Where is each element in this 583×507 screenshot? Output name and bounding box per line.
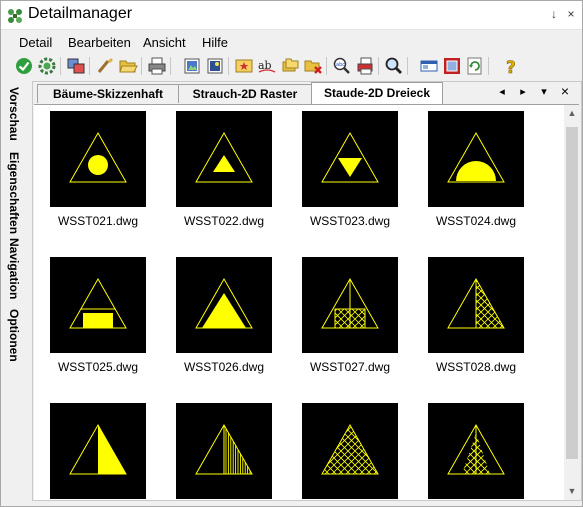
menu-hilfe[interactable]: Hilfe bbox=[202, 35, 228, 50]
thumbnail-filled-triangle[interactable] bbox=[176, 257, 272, 353]
thumbnail-full-hatch[interactable] bbox=[302, 403, 398, 499]
sidebar-tab-eigenschaften[interactable]: Eigenschaften bbox=[7, 152, 21, 234]
scroll-down-icon[interactable]: ▼ bbox=[564, 483, 579, 500]
print-icon[interactable] bbox=[147, 56, 167, 76]
menu-ansicht[interactable]: Ansicht bbox=[143, 35, 186, 50]
thumbnail-half-filled[interactable] bbox=[50, 403, 146, 499]
svg-text:abc: abc bbox=[336, 62, 345, 68]
tab-strauch-2d-raster[interactable]: Strauch-2D Raster bbox=[178, 84, 312, 103]
symbol-semicircle bbox=[447, 131, 505, 183]
thumbnail-half-hatch[interactable] bbox=[428, 257, 524, 353]
thumbnail-caption: WSST022.dwg bbox=[183, 214, 265, 228]
symbol-half-filled bbox=[69, 423, 127, 475]
window-title: Detailmanager bbox=[28, 5, 133, 22]
symbol-grid-square bbox=[321, 277, 379, 329]
thumbnail-caption: WSST021.dwg bbox=[57, 214, 139, 228]
menu-detail[interactable]: Detail bbox=[19, 35, 52, 50]
toolbar-separator bbox=[60, 57, 61, 75]
panel-icon[interactable] bbox=[419, 56, 439, 76]
thumbnail-caption: WSST027.dwg bbox=[309, 360, 391, 374]
title-bar: Detailmanager ↓ × bbox=[1, 1, 582, 30]
abc-search-icon[interactable]: abc bbox=[332, 56, 352, 76]
menu-bearbeiten[interactable]: Bearbeiten bbox=[68, 35, 131, 50]
thumbnail-caption: WSST026.dwg bbox=[183, 360, 265, 374]
detail-panel: Bäume-Skizzenhaft Strauch-2D Raster Stau… bbox=[32, 81, 582, 501]
symbol-half-hatch bbox=[447, 277, 505, 329]
help-icon[interactable]: ? bbox=[501, 56, 521, 79]
symbol-triangle bbox=[195, 131, 253, 183]
thumbnail-caption: WSST025.dwg bbox=[57, 360, 139, 374]
symbol-rectangle bbox=[69, 277, 127, 329]
windows-icon[interactable] bbox=[66, 56, 86, 76]
toolbar: ab abc ? bbox=[1, 54, 582, 78]
pin-button[interactable]: ↓ bbox=[547, 7, 561, 21]
sidebar: Vorschau Eigenschaften Navigation Option… bbox=[1, 81, 31, 506]
toolbar-separator bbox=[170, 57, 171, 75]
symbol-circle bbox=[69, 131, 127, 183]
symbol-center-hatch bbox=[447, 423, 505, 475]
toolbar-separator bbox=[141, 57, 142, 75]
thumbnail-half-lines[interactable] bbox=[176, 403, 272, 499]
check-icon[interactable] bbox=[14, 56, 34, 76]
toolbar-separator bbox=[326, 57, 327, 75]
color-print-icon[interactable] bbox=[355, 56, 375, 76]
toolbar-separator bbox=[488, 57, 489, 75]
thumbnail-circle[interactable] bbox=[50, 111, 146, 207]
tab-staude-2d-dreieck[interactable]: Staude-2D Dreieck bbox=[311, 82, 443, 104]
symbol-full-hatch bbox=[321, 423, 379, 475]
app-icon bbox=[8, 9, 22, 23]
settings-icon[interactable] bbox=[37, 56, 57, 76]
tab-menu-icon[interactable]: ▾ bbox=[537, 85, 551, 98]
toolbar-separator bbox=[378, 57, 379, 75]
spellcheck-icon[interactable]: ab bbox=[257, 56, 277, 76]
search-icon[interactable] bbox=[384, 56, 404, 76]
thumbnail-caption: WSST028.dwg bbox=[435, 360, 517, 374]
thumbnail-rectangle[interactable] bbox=[50, 257, 146, 353]
refresh-icon[interactable] bbox=[465, 56, 485, 76]
symbol-half-lines bbox=[195, 423, 253, 475]
toolbar-separator bbox=[228, 57, 229, 75]
star-image-icon[interactable] bbox=[234, 56, 254, 76]
tab-close-icon[interactable]: × bbox=[558, 83, 572, 99]
thumbnail-caption: WSST023.dwg bbox=[309, 214, 391, 228]
sidebar-tab-optionen[interactable]: Optionen bbox=[7, 309, 21, 362]
tab-prev-icon[interactable]: ◂ bbox=[495, 85, 509, 98]
detailmanager-window: Detailmanager ↓ × Detail Bearbeiten Ansi… bbox=[0, 0, 583, 507]
thumbnail-caption: WSST024.dwg bbox=[435, 214, 517, 228]
folder-delete-icon[interactable] bbox=[303, 56, 323, 76]
thumbnail-grid-square[interactable] bbox=[302, 257, 398, 353]
tab-baeume-skizzenhaft[interactable]: Bäume-Skizzenhaft bbox=[37, 84, 179, 103]
vertical-scrollbar[interactable]: ▲ ▼ bbox=[564, 105, 579, 500]
sidebar-tab-vorschau[interactable]: Vorschau bbox=[7, 87, 21, 141]
image-frame-icon[interactable] bbox=[205, 56, 225, 76]
thumbnail-center-hatch[interactable] bbox=[428, 403, 524, 499]
open-folder-icon[interactable] bbox=[118, 56, 138, 76]
thumbnail-semicircle[interactable] bbox=[428, 111, 524, 207]
close-window-button[interactable]: × bbox=[564, 7, 578, 21]
folders-icon[interactable] bbox=[280, 56, 300, 76]
tab-next-icon[interactable]: ▸ bbox=[516, 85, 530, 98]
thumbnail-grid: ▲ ▼ WSST021.dwg WSST022.dwg WSST023.dwg WSS… bbox=[34, 104, 579, 500]
brush-icon[interactable] bbox=[95, 56, 115, 76]
scrollbar-thumb[interactable] bbox=[566, 127, 578, 459]
symbol-inverted-triangle bbox=[321, 131, 379, 183]
image-icon[interactable] bbox=[182, 56, 202, 76]
symbol-filled-triangle bbox=[195, 277, 253, 329]
toolbar-separator bbox=[89, 57, 90, 75]
thumbnail-inverted-triangle[interactable] bbox=[302, 111, 398, 207]
sidebar-tab-navigation[interactable]: Navigation bbox=[7, 238, 21, 299]
red-square-icon[interactable] bbox=[442, 56, 462, 76]
thumbnail-triangle[interactable] bbox=[176, 111, 272, 207]
tab-strip: Bäume-Skizzenhaft Strauch-2D Raster Stau… bbox=[33, 82, 581, 104]
toolbar-separator bbox=[407, 57, 408, 75]
svg-text:?: ? bbox=[506, 58, 516, 76]
scroll-up-icon[interactable]: ▲ bbox=[564, 105, 579, 122]
menu-bar: Detail Bearbeiten Ansicht Hilfe bbox=[1, 31, 582, 53]
